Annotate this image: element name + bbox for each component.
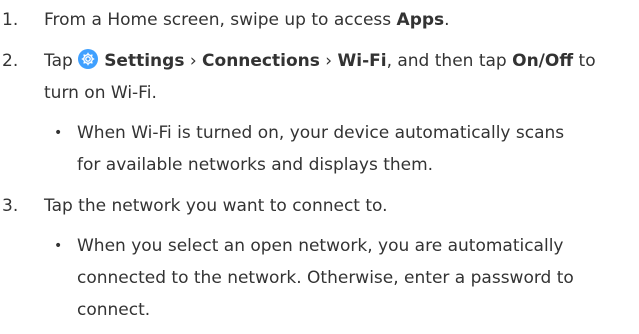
apps-label: Apps [396, 10, 445, 30]
step-1: 1. From a Home screen, swipe up to acces… [0, 4, 639, 36]
separator: › [184, 51, 203, 71]
bullet-dot: • [54, 125, 63, 141]
wifi-label: Wi-Fi [337, 51, 387, 71]
bullet-text: connect. [77, 300, 151, 320]
bullet-text: connected to the network. Otherwise, ent… [77, 268, 574, 288]
step-3: 3. Tap the network you want to connect t… [0, 190, 639, 222]
connections-label: Connections [202, 51, 320, 71]
bullet-text: for available networks and displays them… [77, 155, 434, 175]
bullet-item: • When Wi-Fi is turned on, your device a… [0, 117, 639, 181]
gear-icon [78, 49, 99, 69]
step-number: 1. [2, 10, 19, 30]
instructions-document: 1. From a Home screen, swipe up to acces… [0, 0, 639, 326]
step-text: Tap the network you want to connect to. [44, 196, 388, 216]
step-number: 2. [2, 51, 19, 71]
step-text: to [573, 51, 596, 71]
step-number: 3. [2, 196, 19, 216]
separator: › [319, 51, 338, 71]
bullet-text: When Wi-Fi is turned on, your device aut… [77, 123, 565, 143]
bullet-text: When you select an open network, you are… [77, 236, 564, 256]
on-off-label: On/Off [512, 51, 574, 71]
step-2: 2. Tap Settings › Connections › Wi-Fi, a… [0, 45, 639, 109]
step-text: Tap [44, 51, 79, 71]
step-text: , and then tap [386, 51, 513, 71]
step-text-end: . [444, 10, 450, 30]
bullet-dot: • [54, 238, 63, 254]
step-text-line2: turn on Wi-Fi. [44, 83, 157, 103]
step-text: From a Home screen, swipe up to access [44, 10, 397, 30]
settings-label: Settings [104, 51, 185, 71]
bullet-item: • When you select an open network, you a… [0, 230, 639, 326]
